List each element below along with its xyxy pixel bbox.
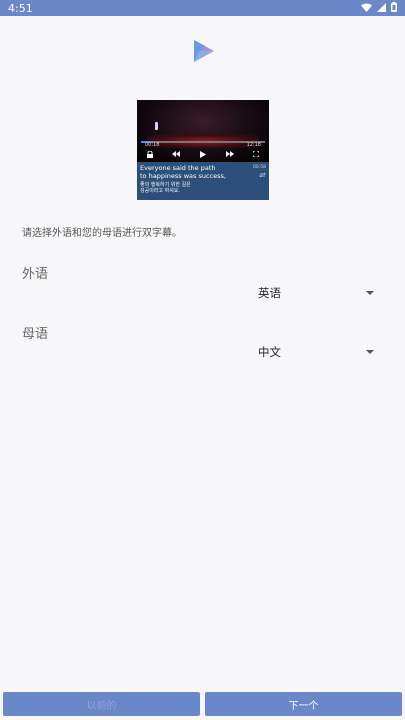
instruction-text: 请选择外语和您的母语进行双字幕。: [22, 228, 182, 239]
play-logo-icon: [191, 38, 217, 64]
status-bar: 4:51: [0, 0, 405, 16]
foreign-language-value: 英语: [258, 286, 281, 300]
signal-icon: [377, 2, 386, 15]
fullscreen-icon: [252, 150, 260, 159]
foreign-language-label: 外语: [22, 267, 49, 282]
play-icon: [199, 150, 206, 160]
status-time: 4:51: [8, 1, 33, 15]
rewind-icon: [172, 151, 181, 159]
subtitle-primary-line-1: Everyone said the path: [140, 164, 216, 172]
speaker-figure: [155, 122, 158, 130]
status-icons: [361, 1, 397, 15]
fast-forward-icon: [225, 151, 234, 159]
native-language-value: 中文: [258, 345, 281, 359]
previous-button[interactable]: 以前的: [3, 692, 200, 716]
subtitle-timestamp: 00:58: [253, 165, 266, 170]
video-controls: [137, 148, 269, 162]
next-button[interactable]: 下一个: [205, 692, 402, 716]
subtitle-secondary-line-2: 성공이라고 하셔요.: [140, 188, 180, 194]
lock-icon: [146, 150, 153, 160]
foreign-language-dropdown[interactable]: 英语: [258, 283, 380, 303]
dropdown-arrow-icon: [366, 350, 374, 354]
subtitle-panel: 00:58 Everyone said the path to happines…: [137, 162, 269, 200]
video-preview: 00:18 12:18 00:58 Everyone said the path…: [137, 100, 269, 200]
subtitle-primary-line-2: to happiness was success,: [140, 172, 226, 180]
dropdown-arrow-icon: [366, 291, 374, 295]
native-language-dropdown[interactable]: 中文: [258, 342, 380, 362]
subtitle-meta: 00:58: [253, 164, 266, 182]
native-language-label: 母语: [22, 327, 49, 342]
repeat-icon: [259, 172, 266, 180]
battery-icon: [391, 1, 397, 15]
wifi-icon: [361, 2, 372, 15]
